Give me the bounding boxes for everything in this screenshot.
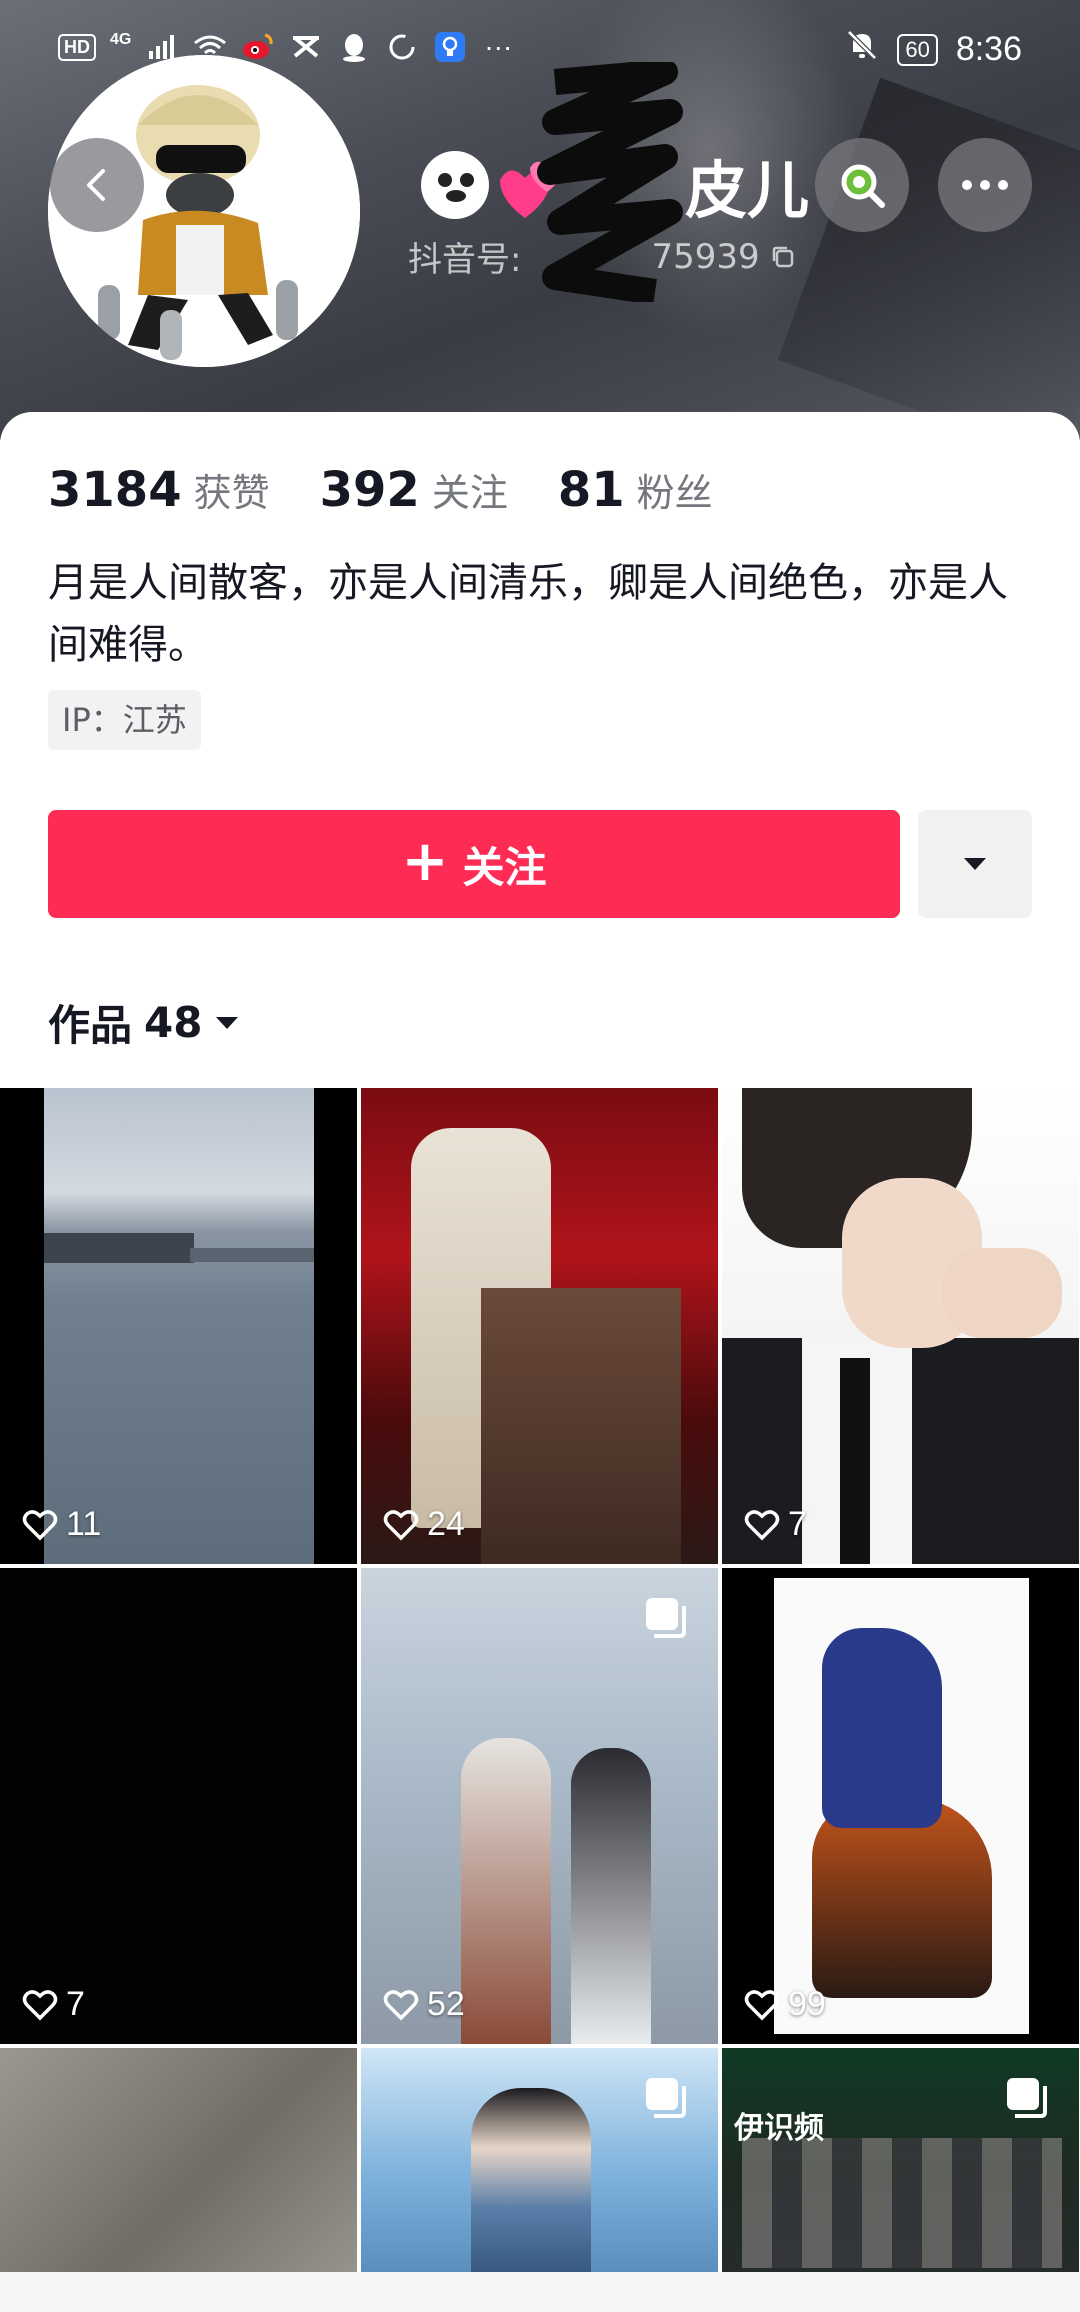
heart-icon bbox=[22, 1509, 58, 1540]
nickname-text: 皮儿 bbox=[685, 154, 810, 227]
video-tile[interactable]: 7 bbox=[722, 1088, 1079, 1564]
copy-icon[interactable] bbox=[770, 244, 796, 270]
clock: 8:36 bbox=[955, 30, 1022, 68]
video-tile[interactable]: 24 bbox=[361, 1088, 718, 1564]
bulb-app-icon bbox=[433, 30, 467, 64]
ip-location-badge: IP：江苏 bbox=[48, 690, 201, 750]
profile-stats: 3184 获赞 392 关注 81 粉丝 bbox=[48, 462, 763, 518]
more-button[interactable] bbox=[938, 138, 1032, 232]
stat-followers[interactable]: 81 粉丝 bbox=[558, 462, 713, 518]
battery-indicator: 60 bbox=[897, 33, 938, 66]
heart-icon bbox=[383, 1989, 419, 2020]
video-thumbnail bbox=[361, 1088, 718, 1564]
heart-icon bbox=[744, 1509, 780, 1540]
more-notifications-icon: ··· bbox=[484, 31, 513, 62]
more-dot-icon bbox=[980, 180, 990, 190]
video-thumbnail bbox=[0, 1568, 357, 2044]
status-right: 60 8:36 bbox=[845, 28, 1022, 71]
image-set-icon bbox=[1007, 2078, 1047, 2118]
thumbnail-caption: 伊识频 bbox=[734, 2111, 824, 2146]
stat-following-label: 关注 bbox=[431, 471, 508, 515]
video-tile[interactable]: 52 bbox=[361, 1568, 718, 2044]
like-count-value: 7 bbox=[788, 1505, 807, 1543]
stat-following-value: 392 bbox=[319, 462, 420, 518]
video-tile[interactable]: 11 bbox=[0, 1088, 357, 1564]
back-button[interactable] bbox=[50, 138, 144, 232]
follow-button-label: 关注 bbox=[462, 842, 547, 892]
more-dot-icon bbox=[962, 180, 972, 190]
capcut-icon bbox=[289, 30, 323, 64]
caret-down-icon bbox=[964, 858, 986, 870]
search-button[interactable] bbox=[815, 138, 909, 232]
image-set-icon bbox=[646, 2078, 686, 2118]
heart-icon bbox=[744, 1989, 780, 2020]
weibo-icon bbox=[241, 30, 275, 64]
video-thumbnail bbox=[722, 1088, 1079, 1564]
mute-bell-icon bbox=[845, 28, 879, 71]
follow-button[interactable]: + 关注 bbox=[48, 810, 900, 918]
like-count: 24 bbox=[383, 1505, 465, 1544]
status-left: HD 4G ··· bbox=[58, 30, 515, 64]
like-count-value: 7 bbox=[66, 1985, 85, 2023]
like-count: 99 bbox=[744, 1985, 826, 2024]
image-set-icon bbox=[646, 1598, 686, 1638]
video-thumbnail bbox=[722, 1568, 1079, 2044]
like-count: 11 bbox=[22, 1505, 101, 1544]
tab-works-label: 作品 bbox=[48, 1001, 133, 1050]
heart-icon bbox=[383, 1509, 419, 1540]
douyin-id-label: 抖音号: bbox=[408, 240, 522, 280]
plus-icon: + bbox=[401, 829, 449, 894]
like-count-value: 99 bbox=[788, 1985, 826, 2023]
profile-bio: 月是人间散客，亦是人间清乐，卿是人间绝色，亦是人间难得。 bbox=[48, 560, 1008, 668]
douyin-id-value: 75939 bbox=[651, 236, 760, 277]
video-thumbnail bbox=[0, 1088, 357, 1564]
qq-icon bbox=[337, 30, 371, 64]
loading-circle-icon bbox=[385, 30, 419, 64]
system-navigation-bar bbox=[0, 2272, 1080, 2312]
stat-following[interactable]: 392 关注 bbox=[320, 462, 508, 518]
search-icon bbox=[841, 164, 885, 208]
chevron-left-icon bbox=[87, 169, 105, 201]
stat-followers-value: 81 bbox=[557, 462, 625, 518]
like-count-value: 11 bbox=[66, 1505, 102, 1543]
stat-likes-value: 3184 bbox=[48, 462, 182, 518]
more-dot-icon bbox=[998, 180, 1008, 190]
like-count: 7 bbox=[744, 1505, 807, 1544]
network-type: 4G bbox=[110, 31, 132, 48]
like-count: 7 bbox=[22, 1985, 85, 2024]
tab-works-count: 48 bbox=[144, 998, 203, 1047]
stat-likes[interactable]: 3184 获赞 bbox=[48, 462, 270, 518]
like-count-value: 52 bbox=[427, 1985, 465, 2023]
like-count-value: 24 bbox=[427, 1505, 465, 1543]
recommend-dropdown-button[interactable] bbox=[918, 810, 1032, 918]
douyin-id[interactable]: 抖音号: 75939 bbox=[408, 232, 796, 281]
caret-down-icon bbox=[216, 1016, 239, 1029]
tab-works[interactable]: 作品 48 bbox=[48, 992, 240, 1053]
stat-followers-label: 粉丝 bbox=[636, 471, 713, 515]
like-count: 52 bbox=[383, 1985, 465, 2024]
hd-badge: HD bbox=[58, 33, 96, 61]
heart-icon bbox=[22, 1989, 58, 2020]
stat-likes-label: 获赞 bbox=[193, 471, 270, 515]
video-tile[interactable]: 7 bbox=[0, 1568, 357, 2044]
profile-cover: HD 4G ··· 60 8:36 皮儿 抖音号: 75939 bbox=[0, 0, 1080, 440]
video-tile[interactable]: 99 bbox=[722, 1568, 1079, 2044]
